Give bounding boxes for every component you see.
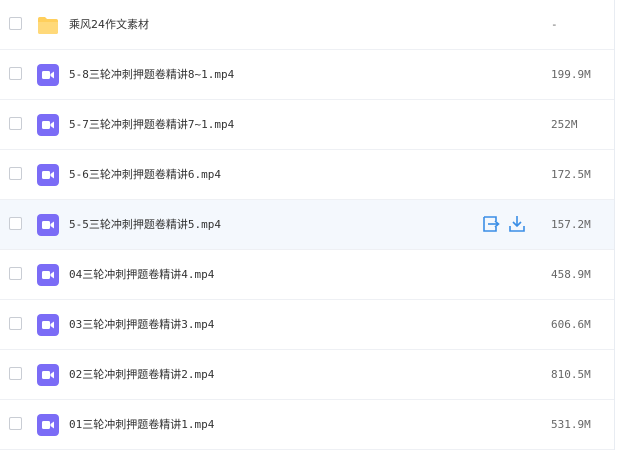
- file-size: 458.9M: [551, 268, 591, 281]
- row-checkbox[interactable]: [9, 417, 22, 430]
- file-name[interactable]: 04三轮冲刺押题卷精讲4.mp4: [69, 266, 214, 283]
- file-name[interactable]: 02三轮冲刺押题卷精讲2.mp4: [69, 366, 214, 383]
- file-size: 172.5M: [551, 168, 591, 181]
- file-size: 252M: [551, 118, 578, 131]
- video-file-icon: [37, 114, 59, 136]
- video-file-icon: [37, 264, 59, 286]
- file-size: 606.6M: [551, 318, 591, 331]
- file-size: 810.5M: [551, 368, 591, 381]
- file-row[interactable]: 03三轮冲刺押题卷精讲3.mp4 606.6M: [0, 300, 614, 350]
- file-row[interactable]: 01三轮冲刺押题卷精讲1.mp4 531.9M: [0, 400, 614, 450]
- video-file-icon: [37, 164, 59, 186]
- file-size: 157.2M: [551, 218, 591, 231]
- file-row[interactable]: 5-7三轮冲刺押题卷精讲7~1.mp4 252M: [0, 100, 614, 150]
- file-size: 199.9M: [551, 68, 591, 81]
- file-row[interactable]: 04三轮冲刺押题卷精讲4.mp4 458.9M: [0, 250, 614, 300]
- file-size: -: [551, 18, 558, 31]
- row-checkbox[interactable]: [9, 117, 22, 130]
- video-file-icon: [37, 64, 59, 86]
- file-row[interactable]: 02三轮冲刺押题卷精讲2.mp4 810.5M: [0, 350, 614, 400]
- file-name[interactable]: 03三轮冲刺押题卷精讲3.mp4: [69, 316, 214, 333]
- row-checkbox[interactable]: [9, 217, 22, 230]
- list-footer-space: [0, 450, 619, 458]
- row-checkbox[interactable]: [9, 17, 22, 30]
- file-size: 531.9M: [551, 418, 591, 431]
- row-checkbox[interactable]: [9, 367, 22, 380]
- video-file-icon: [37, 214, 59, 236]
- file-row[interactable]: 乘风24作文素材 -: [0, 0, 614, 50]
- file-name[interactable]: 乘风24作文素材: [69, 16, 149, 33]
- video-file-icon: [37, 364, 59, 386]
- video-file-icon: [37, 414, 59, 436]
- file-row[interactable]: 5-6三轮冲刺押题卷精讲6.mp4 172.5M: [0, 150, 614, 200]
- row-checkbox[interactable]: [9, 267, 22, 280]
- file-list: 乘风24作文素材 - 5-8三轮冲刺押题卷精讲8~1.mp4 199.9M 5-…: [0, 0, 615, 450]
- row-checkbox[interactable]: [9, 67, 22, 80]
- download-icon[interactable]: [508, 214, 526, 234]
- video-file-icon: [37, 314, 59, 336]
- file-name[interactable]: 5-7三轮冲刺押题卷精讲7~1.mp4: [69, 116, 234, 133]
- row-actions: [482, 214, 526, 236]
- move-to-icon[interactable]: [482, 214, 500, 234]
- file-name[interactable]: 01三轮冲刺押题卷精讲1.mp4: [69, 416, 214, 433]
- file-name[interactable]: 5-6三轮冲刺押题卷精讲6.mp4: [69, 166, 221, 183]
- file-name[interactable]: 5-5三轮冲刺押题卷精讲5.mp4: [69, 216, 221, 233]
- folder-icon: [38, 17, 58, 34]
- row-checkbox[interactable]: [9, 167, 22, 180]
- file-name[interactable]: 5-8三轮冲刺押题卷精讲8~1.mp4: [69, 66, 234, 83]
- file-row[interactable]: 5-8三轮冲刺押题卷精讲8~1.mp4 199.9M: [0, 50, 614, 100]
- file-row-hovered[interactable]: 5-5三轮冲刺押题卷精讲5.mp4 157.2M: [0, 200, 614, 250]
- row-checkbox[interactable]: [9, 317, 22, 330]
